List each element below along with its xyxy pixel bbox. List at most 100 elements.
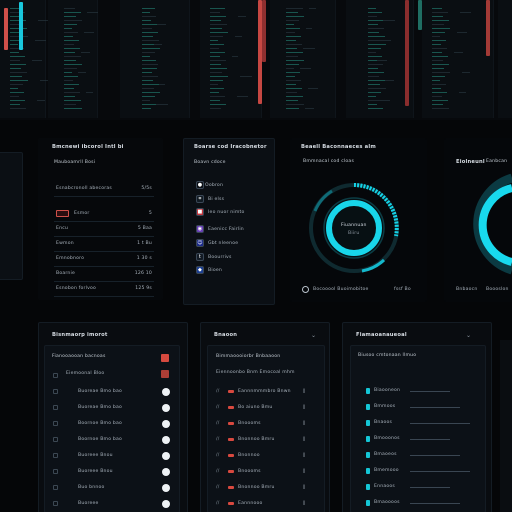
log-line — [286, 36, 301, 37]
log-line — [64, 20, 82, 21]
task-checkbox[interactable] — [53, 485, 58, 490]
purple-circle-icon[interactable]: ◉ — [196, 225, 204, 233]
app-label[interactable]: Gbt nleenoe — [208, 241, 238, 246]
log-line — [142, 24, 157, 25]
log-line — [286, 12, 298, 13]
app-label[interactable]: Eaenicc Fairlin — [208, 227, 244, 232]
log-line — [385, 80, 394, 81]
log-line — [286, 48, 297, 49]
log-line — [142, 48, 160, 49]
log-line — [286, 8, 303, 9]
toggle-dot[interactable] — [162, 404, 170, 412]
task-checkbox[interactable] — [53, 469, 58, 474]
log-line — [10, 8, 19, 9]
attach-icon[interactable]: ∥ — [303, 389, 306, 394]
toggle-dot[interactable] — [162, 500, 170, 508]
log-line — [10, 108, 26, 109]
right-edge-panel — [500, 340, 512, 512]
log-line — [286, 16, 304, 17]
stat-label: Encu — [56, 226, 69, 231]
log-line — [10, 72, 27, 73]
log-line — [10, 80, 28, 81]
app-label[interactable]: Oobron — [205, 183, 223, 188]
row-divider — [54, 236, 154, 237]
toggle-dot[interactable] — [162, 388, 170, 396]
log-line — [64, 76, 78, 77]
task-checkbox[interactable] — [53, 437, 58, 442]
toggle-dot[interactable] — [162, 468, 170, 476]
app-label[interactable]: Bi elss — [208, 197, 224, 202]
attach-icon[interactable]: ∥ — [303, 405, 306, 410]
app-label[interactable]: Bioen — [208, 268, 222, 273]
app-label[interactable]: Boourrivs — [208, 255, 232, 260]
tumblr-icon[interactable]: t — [196, 253, 204, 261]
tasks-sub-flag[interactable] — [161, 370, 169, 378]
log-line — [462, 72, 470, 73]
log-line — [432, 40, 446, 41]
log-header: Bimmaoooiorbr Bnbaaoon — [216, 354, 281, 359]
alert-indicator[interactable] — [56, 210, 69, 217]
log-line — [142, 12, 150, 13]
log-line — [286, 60, 304, 61]
log-line — [10, 76, 22, 77]
toggle-dot[interactable] — [162, 452, 170, 460]
attach-icon[interactable]: ∥ — [303, 485, 306, 490]
log-line — [64, 16, 76, 17]
toggle-dot[interactable] — [162, 484, 170, 492]
app-label[interactable]: Ieo nuor nimto — [208, 210, 245, 215]
log-line — [142, 64, 151, 65]
metrics-header: Biusoo cmtonaan llmuo — [358, 353, 417, 358]
log-line — [142, 104, 156, 105]
blue-badge-icon[interactable]: ◆ — [196, 266, 204, 274]
task-checkbox[interactable] — [53, 405, 58, 410]
attach-icon[interactable]: ∥ — [303, 453, 306, 458]
log-line — [432, 12, 448, 13]
log-line — [368, 80, 385, 81]
tasks-header: Fianooaooan bacnoas — [52, 354, 106, 359]
attach-icon[interactable]: ∥ — [303, 437, 306, 442]
attach-icon[interactable]: ∥ — [303, 501, 306, 506]
chevron-down-icon[interactable]: ⌄ — [466, 332, 471, 339]
log-line — [432, 88, 441, 89]
task-label: Buoreae Bmo bao — [78, 405, 123, 410]
metric-line — [410, 423, 470, 424]
task-label: Buoreee — [78, 501, 99, 506]
log-line — [64, 104, 76, 105]
toggle-dot[interactable] — [162, 420, 170, 428]
ring-center-label: Fiuannuan — [341, 223, 367, 228]
task-checkbox[interactable] — [53, 453, 58, 458]
task-checkbox[interactable] — [53, 421, 58, 426]
circle-icon[interactable]: ● — [196, 181, 204, 189]
metric-marker — [366, 468, 370, 474]
monitor-column — [48, 0, 98, 118]
tasks-header-flag[interactable] — [161, 354, 169, 362]
log-line — [286, 84, 296, 85]
metric-marker — [366, 420, 370, 426]
toggle-dot[interactable] — [162, 436, 170, 444]
task-checkbox[interactable] — [53, 389, 58, 394]
log-line — [64, 12, 81, 13]
metric-line — [410, 487, 450, 488]
log-line — [210, 92, 219, 93]
red-square-icon[interactable]: ■ — [196, 208, 204, 216]
log-line — [142, 88, 154, 89]
log-line — [142, 100, 150, 101]
tasks-sub-checkbox[interactable] — [53, 373, 58, 378]
attach-icon[interactable]: ∥ — [303, 421, 306, 426]
crop-icon[interactable]: ⌗ — [196, 195, 204, 203]
user-icon[interactable]: ☺ — [196, 239, 204, 247]
level-bar — [418, 0, 422, 30]
attach-icon[interactable]: ∥ — [303, 469, 306, 474]
log-line — [210, 24, 227, 25]
log-line — [232, 56, 238, 57]
log-line — [432, 32, 445, 33]
task-checkbox[interactable] — [53, 501, 58, 506]
monitor-column — [498, 0, 512, 118]
right-panel-title: Eiolneunl — [456, 159, 485, 165]
stat-label: Emnobnoro — [56, 256, 85, 261]
log-line — [432, 20, 449, 21]
log-line — [383, 20, 395, 21]
status-tag — [228, 390, 234, 393]
log-line — [210, 68, 227, 69]
chevron-down-icon[interactable]: ⌄ — [311, 332, 316, 339]
